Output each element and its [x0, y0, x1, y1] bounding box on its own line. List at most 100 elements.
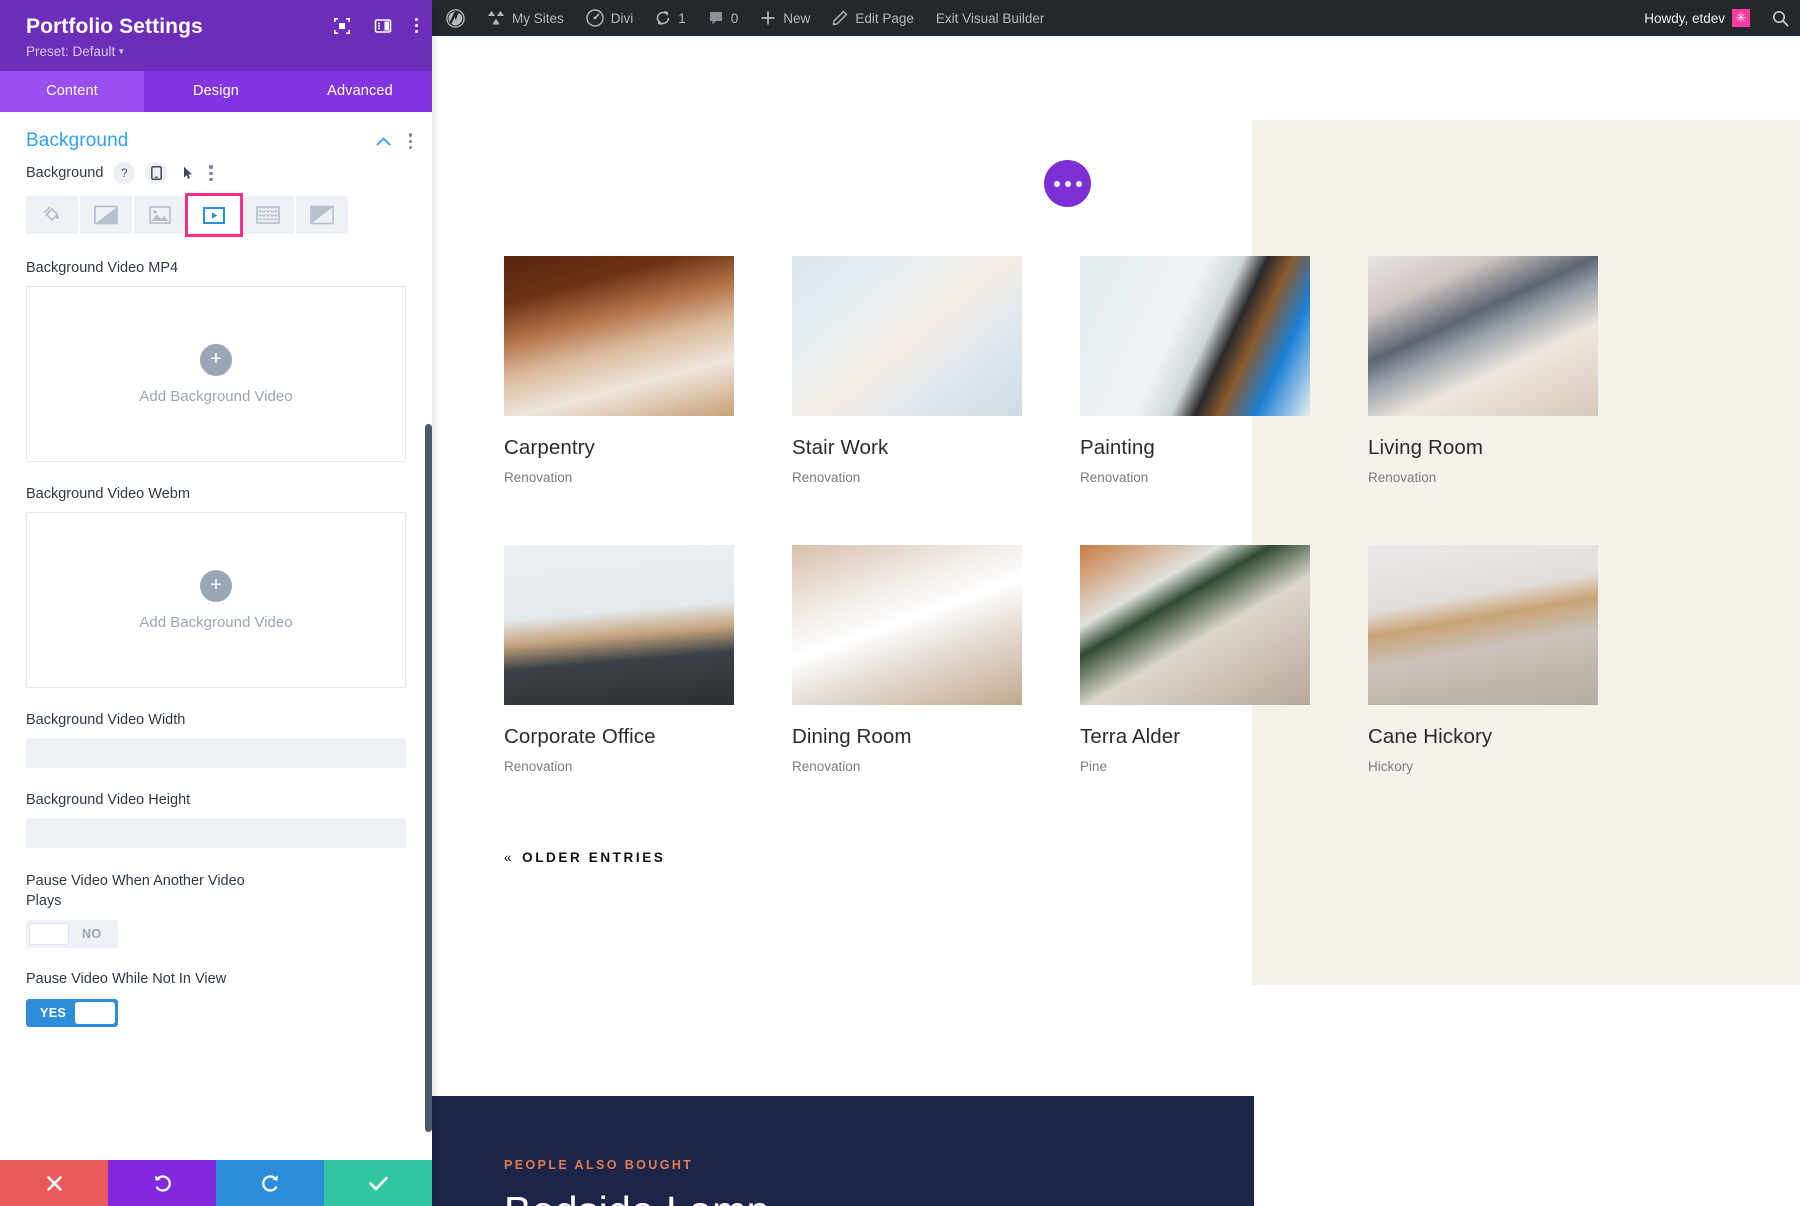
background-image-tab[interactable] [134, 196, 186, 234]
section-more-options-icon[interactable] [409, 133, 412, 149]
expand-icon[interactable] [333, 16, 352, 35]
exit-visual-builder-item[interactable]: Exit Visual Builder [925, 0, 1056, 36]
portfolio-category: Renovation [504, 759, 734, 774]
portfolio-thumbnail [792, 545, 1022, 705]
portfolio-item[interactable]: Stair Work Renovation [792, 256, 1022, 485]
divi-item[interactable]: Divi [575, 0, 645, 36]
portfolio-title: Dining Room [792, 725, 1022, 749]
background-mask-tab[interactable] [296, 196, 348, 234]
tab-design[interactable]: Design [144, 71, 288, 112]
mp4-field-label: Background Video MP4 [26, 260, 406, 276]
edit-page-label: Edit Page [855, 11, 914, 26]
edit-page-item[interactable]: Edit Page [821, 0, 925, 36]
section-eyebrow: PEOPLE ALSO BOUGHT [504, 1158, 693, 1172]
more-options-icon[interactable] [415, 18, 418, 34]
video-height-input[interactable] [26, 818, 406, 848]
help-icon[interactable]: ? [113, 162, 135, 184]
background-gradient-tab[interactable] [80, 196, 132, 234]
portfolio-thumbnail [1080, 256, 1310, 416]
portfolio-item[interactable]: Living Room Renovation [1368, 256, 1598, 485]
responsive-icon[interactable] [145, 162, 167, 184]
portfolio-title: Terra Alder [1080, 725, 1310, 749]
video-height-label: Background Video Height [26, 792, 406, 808]
divi-icon [586, 9, 604, 27]
portfolio-item[interactable]: Terra Alder Pine [1080, 545, 1310, 774]
older-entries-link[interactable]: «OLDER ENTRIES [504, 850, 665, 865]
pause-not-in-view-value: YES [29, 1006, 75, 1020]
divi-menu-fab[interactable] [1044, 160, 1091, 207]
hover-icon[interactable] [177, 162, 199, 184]
background-field-label: Background [26, 165, 103, 181]
toggle-knob [75, 1002, 115, 1024]
portfolio-settings-panel: Portfolio Settings Preset: Default▼ [0, 0, 432, 1206]
portfolio-grid: Carpentry Renovation Stair Work Renovati… [504, 256, 1614, 774]
background-pattern-tab[interactable] [242, 196, 294, 234]
comments-count: 0 [731, 11, 739, 26]
settings-tabs: Content Design Advanced [0, 71, 432, 112]
save-button[interactable] [324, 1160, 432, 1206]
cancel-button[interactable] [0, 1160, 108, 1206]
portfolio-item[interactable]: Corporate Office Renovation [504, 545, 734, 774]
updates-icon [655, 10, 671, 26]
plus-icon [760, 10, 776, 26]
plus-icon: + [200, 570, 232, 602]
background-type-tabs [26, 196, 406, 234]
webm-upload-label: Add Background Video [139, 614, 292, 631]
account-greeting: Howdy, etdev [1644, 11, 1725, 26]
comment-icon [708, 10, 724, 26]
wordpress-logo-icon[interactable] [432, 0, 476, 36]
undo-button[interactable] [108, 1160, 216, 1206]
portfolio-item[interactable]: Painting Renovation [1080, 256, 1310, 485]
webm-upload-dropzone[interactable]: + Add Background Video [26, 512, 406, 688]
preset-selector[interactable]: Preset: Default▼ [26, 44, 414, 59]
portfolio-thumbnail [1080, 545, 1310, 705]
new-item[interactable]: New [749, 0, 821, 36]
previous-arrows-icon: « [504, 850, 514, 865]
app-root: Portfolio Settings Preset: Default▼ [0, 0, 1800, 1206]
portfolio-title: Living Room [1368, 436, 1598, 460]
webm-field-label: Background Video Webm [26, 486, 406, 502]
background-video-tab[interactable] [188, 196, 240, 234]
background-field: Background ? [0, 162, 432, 1049]
pause-not-in-view-toggle[interactable]: YES [26, 999, 118, 1027]
portfolio-category: Hickory [1368, 759, 1598, 774]
ellipsis-icon [1076, 181, 1082, 187]
mp4-upload-label: Add Background Video [139, 388, 292, 405]
layout-toggle-icon[interactable] [374, 16, 393, 35]
comments-item[interactable]: 0 [697, 0, 750, 36]
account-menu[interactable]: Howdy, etdev ✳ [1633, 0, 1761, 36]
background-more-options-icon[interactable] [209, 165, 212, 181]
search-icon[interactable] [1761, 0, 1800, 36]
portfolio-item[interactable]: Carpentry Renovation [504, 256, 734, 485]
pause-other-video-toggle[interactable]: NO [26, 920, 118, 948]
portfolio-title: Cane Hickory [1368, 725, 1598, 749]
section-title[interactable]: Background [26, 130, 376, 152]
portfolio-thumbnail [1368, 256, 1598, 416]
toggle-knob [29, 923, 69, 945]
settings-panel-header: Portfolio Settings Preset: Default▼ [0, 0, 432, 71]
portfolio-category: Renovation [792, 470, 1022, 485]
portfolio-title: Corporate Office [504, 725, 734, 749]
video-width-label: Background Video Width [26, 712, 406, 728]
tab-advanced[interactable]: Advanced [288, 71, 432, 112]
portfolio-category: Pine [1080, 759, 1310, 774]
sites-icon [487, 10, 505, 26]
background-color-tab[interactable] [26, 196, 78, 234]
redo-button[interactable] [216, 1160, 324, 1206]
portfolio-thumbnail [504, 256, 734, 416]
video-width-input[interactable] [26, 738, 406, 768]
mp4-upload-dropzone[interactable]: + Add Background Video [26, 286, 406, 462]
portfolio-thumbnail [1368, 545, 1598, 705]
settings-panel-body: Background Background ? [0, 112, 432, 1160]
my-sites-item[interactable]: My Sites [476, 0, 575, 36]
chevron-up-icon[interactable] [376, 137, 391, 146]
ellipsis-icon [1065, 181, 1071, 187]
portfolio-category: Renovation [1368, 470, 1598, 485]
settings-panel-scrollbar[interactable] [425, 424, 432, 1132]
portfolio-title: Carpentry [504, 436, 734, 460]
updates-item[interactable]: 1 [644, 0, 697, 36]
portfolio-item[interactable]: Cane Hickory Hickory [1368, 545, 1598, 774]
tab-content[interactable]: Content [0, 71, 144, 112]
portfolio-item[interactable]: Dining Room Renovation [792, 545, 1022, 774]
new-label: New [783, 11, 810, 26]
